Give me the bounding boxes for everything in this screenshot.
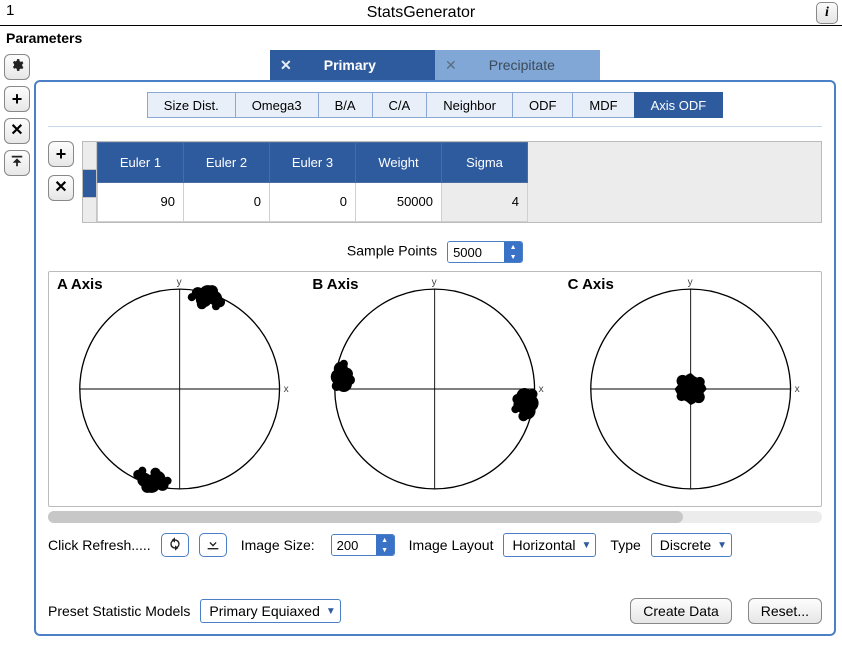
- plus-icon: +: [56, 145, 67, 163]
- sample-points-row: Sample Points ▲▼: [46, 241, 824, 263]
- window-index: 1: [6, 2, 14, 19]
- preset-model-value: Primary Equiaxed: [209, 603, 320, 619]
- preset-label: Preset Statistic Models: [48, 603, 190, 619]
- chevron-up-icon: ▲: [504, 242, 522, 252]
- close-tab-icon[interactable]: ✕: [445, 57, 457, 74]
- cell-euler3[interactable]: 0: [270, 182, 356, 222]
- chevron-down-icon: ▼: [326, 606, 336, 617]
- tab-ba[interactable]: B/A: [318, 92, 373, 118]
- type-label: Type: [610, 537, 640, 553]
- refresh-icon: [167, 536, 183, 555]
- image-layout-label: Image Layout: [409, 537, 494, 553]
- plus-icon: +: [12, 90, 23, 108]
- table-row[interactable]: 90 0 0 50000 4: [98, 182, 528, 222]
- col-sigma[interactable]: Sigma: [442, 143, 528, 183]
- col-euler2[interactable]: Euler 2: [184, 143, 270, 183]
- svg-text:x: x: [284, 384, 289, 395]
- move-top-button[interactable]: [4, 150, 30, 176]
- euler-table[interactable]: Euler 1 Euler 2 Euler 3 Weight Sigma 90 …: [82, 141, 822, 223]
- tab-label: Precipitate: [489, 57, 555, 73]
- sample-points-input[interactable]: [448, 242, 504, 262]
- bottom-row: Preset Statistic Models Primary Equiaxed…: [48, 598, 822, 624]
- tab-ca[interactable]: C/A: [372, 92, 428, 118]
- window-title: StatsGenerator: [0, 4, 842, 22]
- image-size-label: Image Size:: [241, 537, 315, 553]
- image-size-spinner[interactable]: ▲▼: [331, 534, 395, 556]
- scrollbar-thumb[interactable]: [48, 511, 683, 523]
- arrow-top-icon: [10, 154, 24, 172]
- tab-neighbor[interactable]: Neighbor: [426, 92, 513, 118]
- chevron-down-icon: ▼: [717, 540, 727, 551]
- phase-tabs: ✕ Primary ✕ Precipitate: [34, 50, 836, 80]
- cell-euler1[interactable]: 90: [98, 182, 184, 222]
- left-toolbar: + ✕: [0, 50, 34, 636]
- cell-sigma[interactable]: 4: [442, 182, 528, 222]
- tab-size-dist[interactable]: Size Dist.: [147, 92, 236, 118]
- tab-label: Primary: [324, 57, 376, 73]
- sub-tabs: Size Dist. Omega3 B/A C/A Neighbor ODF M…: [46, 92, 824, 118]
- info-button[interactable]: i: [816, 2, 838, 24]
- plot-b-axis: B Axis x y: [310, 276, 559, 504]
- divider: [48, 126, 822, 127]
- spinner-arrows[interactable]: ▲▼: [376, 535, 394, 555]
- preset-model-select[interactable]: Primary Equiaxed ▼: [200, 599, 340, 623]
- svg-text:y: y: [432, 277, 438, 288]
- save-image-button[interactable]: [199, 533, 227, 557]
- refresh-button[interactable]: [161, 533, 189, 557]
- plot-a-axis: A Axis x y: [55, 276, 304, 504]
- sample-points-spinner[interactable]: ▲▼: [447, 241, 523, 263]
- create-data-button[interactable]: Create Data: [630, 598, 731, 624]
- table-tools: + ✕: [48, 141, 74, 223]
- row-selector[interactable]: [83, 170, 96, 198]
- col-euler3[interactable]: Euler 3: [270, 143, 356, 183]
- title-bar: 1 StatsGenerator i: [0, 0, 842, 26]
- spinner-arrows[interactable]: ▲▼: [504, 242, 522, 262]
- close-tab-icon[interactable]: ✕: [280, 57, 292, 74]
- chevron-down-icon: ▼: [582, 540, 592, 551]
- reset-button[interactable]: Reset...: [748, 598, 822, 624]
- chevron-down-icon: ▼: [504, 252, 522, 262]
- table-row-gutter: [83, 142, 97, 222]
- svg-text:x: x: [794, 384, 799, 395]
- type-value: Discrete: [660, 537, 711, 553]
- chevron-up-icon: ▲: [376, 535, 394, 545]
- download-icon: [205, 536, 221, 555]
- pole-figure-box: A Axis x y: [48, 271, 822, 507]
- add-phase-button[interactable]: +: [4, 86, 30, 112]
- tab-mdf[interactable]: MDF: [572, 92, 634, 118]
- image-layout-value: Horizontal: [512, 537, 575, 553]
- image-size-input[interactable]: [332, 535, 376, 555]
- tab-odf[interactable]: ODF: [512, 92, 573, 118]
- cell-weight[interactable]: 50000: [356, 182, 442, 222]
- svg-text:y: y: [687, 277, 693, 288]
- parameters-header: Parameters: [0, 26, 842, 50]
- delete-row-button[interactable]: ✕: [48, 175, 74, 201]
- close-icon: ✕: [54, 180, 67, 196]
- gear-icon: [10, 58, 24, 76]
- refresh-label: Click Refresh.....: [48, 537, 151, 553]
- tab-primary[interactable]: ✕ Primary: [270, 50, 435, 80]
- settings-button[interactable]: [4, 54, 30, 80]
- cell-euler2[interactable]: 0: [184, 182, 270, 222]
- col-weight[interactable]: Weight: [356, 143, 442, 183]
- type-select[interactable]: Discrete ▼: [651, 533, 732, 557]
- image-layout-select[interactable]: Horizontal ▼: [503, 533, 596, 557]
- sample-points-label: Sample Points: [347, 243, 437, 259]
- col-euler1[interactable]: Euler 1: [98, 143, 184, 183]
- main-panel: Size Dist. Omega3 B/A C/A Neighbor ODF M…: [34, 80, 836, 636]
- tab-axis-odf[interactable]: Axis ODF: [634, 92, 724, 118]
- tab-precipitate[interactable]: ✕ Precipitate: [435, 50, 600, 80]
- table-header-row: Euler 1 Euler 2 Euler 3 Weight Sigma: [98, 143, 528, 183]
- plot-horizontal-scrollbar[interactable]: [48, 511, 822, 523]
- plot-controls-row: Click Refresh..... Image Size: ▲▼ Image: [48, 533, 822, 557]
- svg-text:y: y: [177, 277, 183, 288]
- tab-omega3[interactable]: Omega3: [235, 92, 319, 118]
- add-row-button[interactable]: +: [48, 141, 74, 167]
- svg-text:x: x: [539, 384, 544, 395]
- close-icon: ✕: [10, 123, 23, 139]
- plot-c-axis: C Axis x y: [566, 276, 815, 504]
- chevron-down-icon: ▼: [376, 545, 394, 555]
- remove-phase-button[interactable]: ✕: [4, 118, 30, 144]
